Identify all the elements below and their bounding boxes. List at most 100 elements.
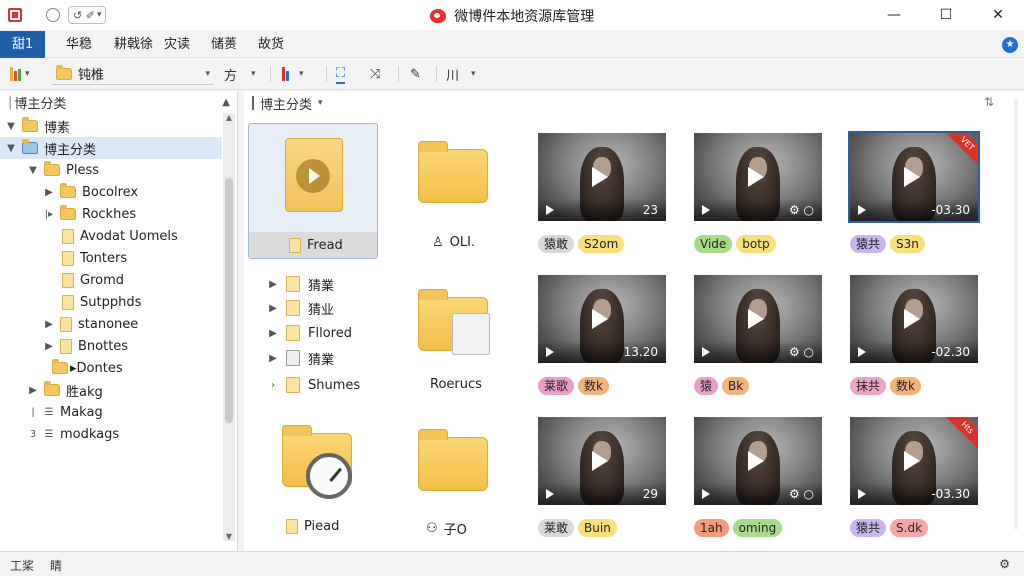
play-icon[interactable]	[904, 451, 920, 471]
sub-tree-item[interactable]: ▶ 猜業	[268, 273, 334, 295]
menu-item-3[interactable]: 耕戟徐	[114, 31, 153, 58]
chevron-down-icon[interactable]: ▾	[318, 98, 323, 108]
settings-gear-icon[interactable]: ⚙ ○	[789, 345, 814, 359]
video-tile[interactable]: ⚙ ○ 猿 Bk	[694, 275, 824, 405]
folder-tile[interactable]: Piead	[268, 413, 388, 543]
play-small-icon[interactable]	[546, 205, 554, 215]
video-tile[interactable]: 23 猿敢 S2om	[538, 133, 668, 263]
grid-view-button[interactable]: ⛶	[336, 64, 346, 84]
play-small-icon[interactable]	[858, 205, 866, 215]
video-tile[interactable]: -03.30 VET 猿共 S3n	[848, 131, 980, 263]
tag-chip[interactable]: S2om	[578, 235, 625, 253]
tag-chip[interactable]: 数k	[890, 377, 921, 395]
expand-icon[interactable]: |▸	[44, 209, 54, 220]
tree-item[interactable]: Tonters	[62, 247, 127, 269]
expand-icon[interactable]: ▶	[28, 385, 38, 396]
folder-tile[interactable]: ⚇ 子O	[404, 413, 524, 543]
menu-item-5[interactable]: 储蒉	[211, 31, 237, 58]
maximize-button[interactable]: ☐	[920, 0, 972, 30]
shuffle-button[interactable]: ⤨	[370, 64, 380, 84]
tag-chip[interactable]: S3n	[890, 235, 925, 253]
settings-gear-icon[interactable]: ⚙ ○	[789, 487, 814, 501]
video-thumbnail[interactable]: ⚙ ○	[694, 417, 822, 505]
expand-icon[interactable]: ▶	[44, 319, 54, 330]
video-thumbnail[interactable]: ⚙ ○	[694, 133, 822, 221]
sub-tree-item[interactable]: › Shumes	[268, 374, 360, 396]
chart-button[interactable]: ▾	[282, 64, 304, 84]
sub-tree-item[interactable]: ▶ 猜業	[268, 347, 334, 369]
settings-gear-icon[interactable]: ⚙ ○	[789, 203, 814, 217]
play-small-icon[interactable]	[702, 489, 710, 499]
expand-icon[interactable]: |	[28, 407, 38, 418]
tree-item[interactable]: ▼ 博素	[6, 115, 70, 137]
tree-item[interactable]: Sutpphds	[62, 291, 141, 313]
video-thumbnail[interactable]: -02.30	[850, 275, 978, 363]
tag-chip[interactable]: 抹共	[850, 377, 887, 395]
menu-item-2[interactable]: 华稳	[66, 31, 92, 58]
play-small-icon[interactable]	[858, 347, 866, 357]
play-small-icon[interactable]	[702, 205, 710, 215]
tag-chip[interactable]: 猿敢	[538, 235, 575, 253]
expand-icon[interactable]: ▼	[6, 121, 16, 132]
tag-chip[interactable]: 数k	[578, 377, 609, 395]
play-icon[interactable]	[592, 451, 608, 471]
collapse-icon[interactable]: ▲	[222, 97, 230, 108]
tree-item[interactable]: ▶ 胜akg	[28, 379, 103, 401]
folder-tile[interactable]: ♙ OLI.	[404, 123, 524, 259]
tree-item-selected[interactable]: ▼ 博主分类	[0, 137, 222, 159]
play-icon[interactable]	[904, 167, 920, 187]
scroll-thumb[interactable]	[225, 178, 233, 423]
video-tile[interactable]: -03.30 Hts 猿共 S.dk	[850, 417, 980, 547]
expand-icon[interactable]: ▶	[44, 187, 54, 198]
tag-chip[interactable]: 1ah	[694, 519, 729, 537]
video-thumbnail[interactable]: 23	[538, 133, 666, 221]
tag-chip[interactable]: botp	[736, 235, 776, 253]
video-thumbnail[interactable]: ⚙ ○	[694, 275, 822, 363]
left-scrollbar[interactable]: ▲ ▼	[223, 113, 235, 541]
video-thumbnail[interactable]: 13.20	[538, 275, 666, 363]
tag-chip[interactable]: 莱敢	[538, 519, 575, 537]
close-button[interactable]: ✕	[972, 0, 1024, 30]
menu-item-4[interactable]: 灾读	[164, 31, 190, 58]
tree-item[interactable]: ▶ Bocolrex	[44, 181, 138, 203]
expand-icon[interactable]: 3	[28, 429, 38, 440]
expand-icon[interactable]: ▼	[28, 165, 38, 176]
tree-item[interactable]: Gromd	[62, 269, 124, 291]
play-icon[interactable]	[748, 309, 764, 329]
view-mode-button[interactable]: 川 ▾	[446, 64, 476, 84]
help-star-icon[interactable]: ★	[1002, 37, 1018, 53]
video-tile[interactable]: 13.20 莱歌 数k	[538, 275, 668, 405]
sub-tree-item[interactable]: ▶ Fllored	[268, 322, 352, 344]
expand-icon[interactable]: ▶	[44, 341, 54, 352]
play-small-icon[interactable]	[702, 347, 710, 357]
tag-chip[interactable]: Buin	[578, 519, 617, 537]
tag-chip[interactable]: S.dk	[890, 519, 929, 537]
tag-chip[interactable]: 莱歌	[538, 377, 575, 395]
sort-button[interactable]: 方 ▾	[224, 64, 256, 84]
video-tile[interactable]: -02.30 抹共 数k	[850, 275, 980, 405]
play-icon[interactable]	[748, 167, 764, 187]
play-icon[interactable]	[592, 167, 608, 187]
tree-item[interactable]: 3 ☰ modkags	[28, 423, 119, 445]
video-tile[interactable]: ⚙ ○ 1ah oming	[694, 417, 824, 547]
selected-file-tile[interactable]: Fread	[248, 123, 378, 259]
folder-combo[interactable]: 钝椎 ▾	[52, 63, 214, 85]
tag-chip[interactable]: 猿共	[850, 235, 887, 253]
right-scrollbar[interactable]	[1014, 99, 1018, 529]
video-thumbnail[interactable]: 29	[538, 417, 666, 505]
video-thumbnail[interactable]: -03.30 Hts	[850, 417, 978, 505]
play-icon[interactable]	[904, 309, 920, 329]
tree-item[interactable]: | ☰ Makag	[28, 401, 102, 423]
play-icon[interactable]	[592, 309, 608, 329]
tree-item[interactable]: ▼ Pless	[28, 159, 99, 181]
tree-item[interactable]: ▶ Bnottes	[44, 335, 128, 357]
folder-tile[interactable]: Roerucs	[404, 273, 524, 393]
tree-item[interactable]: ▸Dontes	[52, 357, 123, 379]
tag-chip[interactable]: 猿	[694, 377, 719, 395]
expand-icon[interactable]: ▼	[6, 143, 16, 154]
play-small-icon[interactable]	[546, 489, 554, 499]
tag-chip[interactable]: Bk	[722, 377, 750, 395]
settings-icon[interactable]: ⚙	[999, 557, 1010, 571]
menu-item-6[interactable]: 故货	[258, 31, 284, 58]
video-tile[interactable]: 29 莱敢 Buin	[538, 417, 668, 547]
